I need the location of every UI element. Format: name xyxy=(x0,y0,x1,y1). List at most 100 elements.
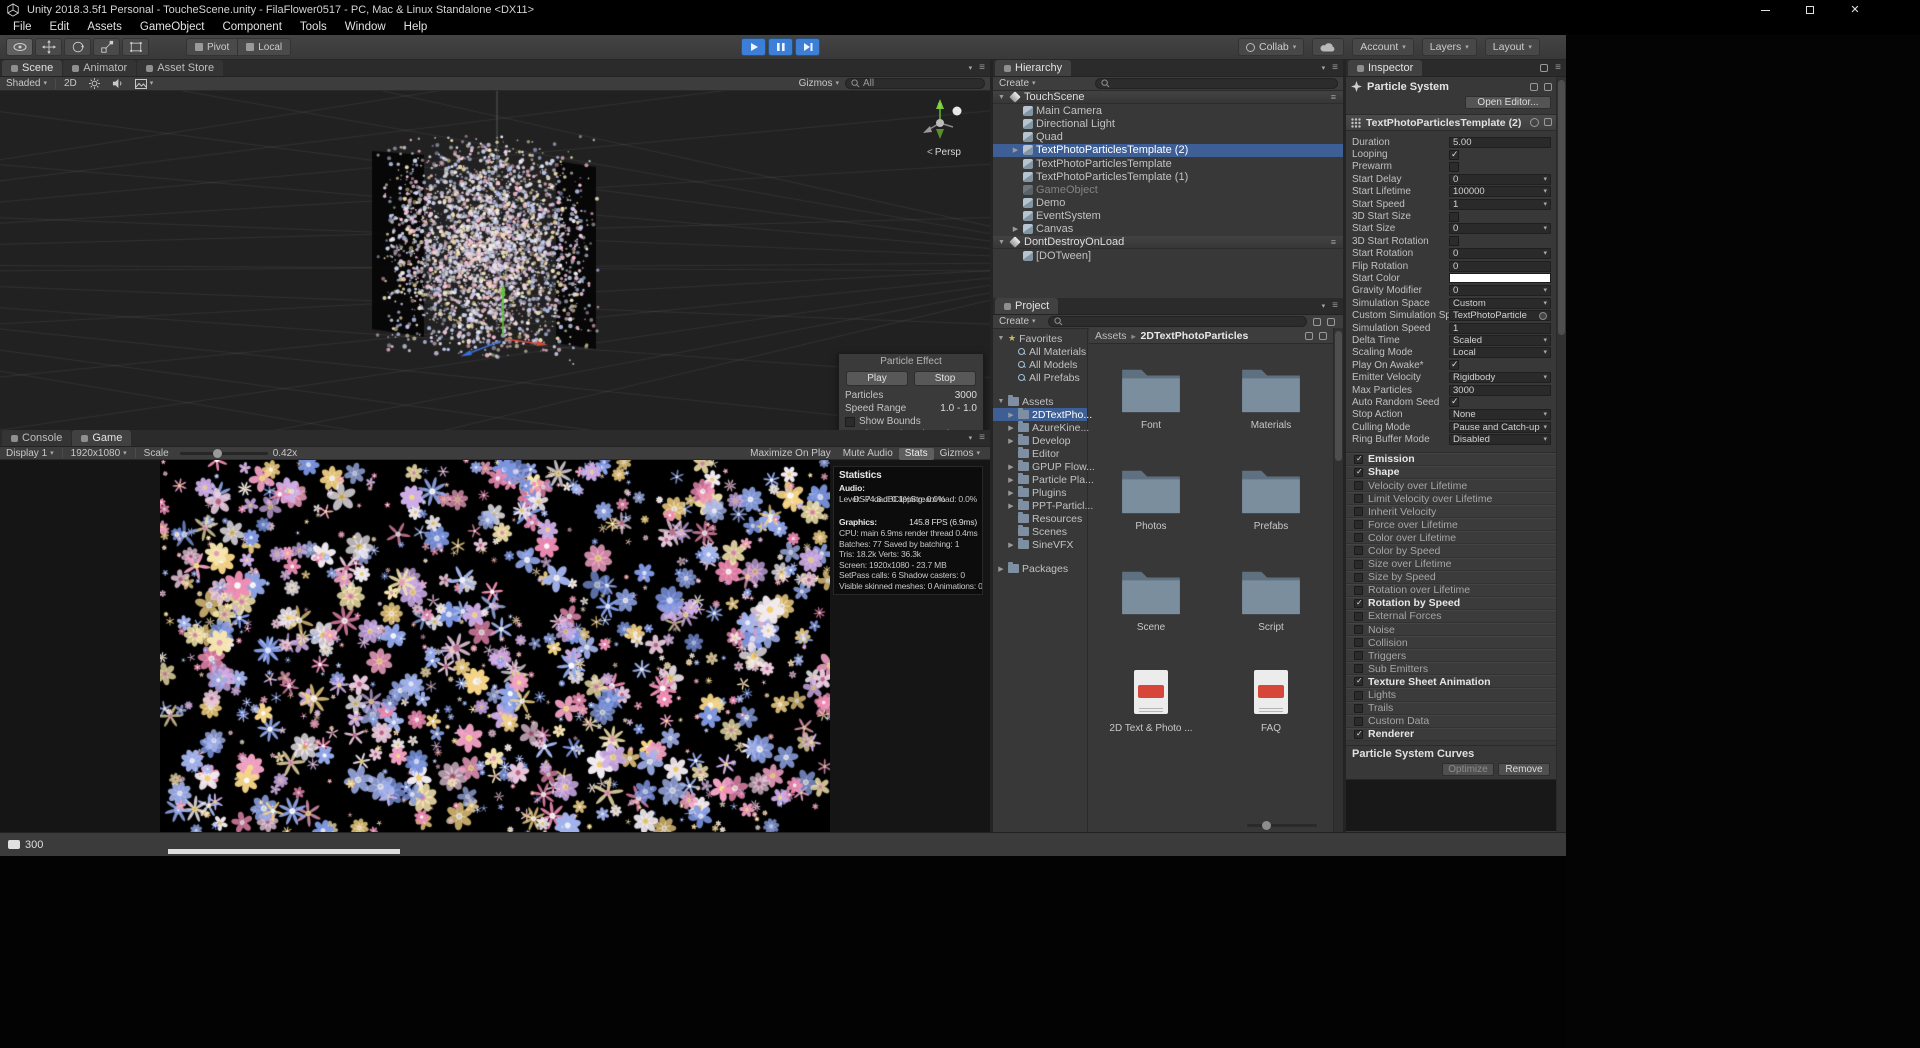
effects-dropdown[interactable]: ▾ xyxy=(129,77,160,90)
property-field[interactable]: 1▾ xyxy=(1449,323,1551,334)
game-render-canvas[interactable] xyxy=(160,460,830,832)
module-row[interactable]: Size by Speed xyxy=(1346,571,1556,584)
scene-search-input[interactable]: All xyxy=(845,78,985,89)
pivot-button[interactable]: Pivot xyxy=(186,38,238,56)
foldout-icon[interactable]: ▶ xyxy=(1007,502,1015,510)
project-tree-item[interactable]: ▶ ★ Packages xyxy=(993,562,1087,575)
checkbox[interactable] xyxy=(1449,397,1459,407)
module-row[interactable]: Trails xyxy=(1346,702,1556,715)
hierarchy-item[interactable]: Quad ≡ xyxy=(993,131,1343,144)
step-button[interactable] xyxy=(795,38,820,56)
project-search-input[interactable] xyxy=(1048,316,1307,327)
tab-inspector[interactable]: Inspector xyxy=(1348,60,1422,76)
module-checkbox[interactable] xyxy=(1354,717,1363,726)
hierarchy-item[interactable]: Demo ≡ xyxy=(993,197,1343,210)
project-tree-item[interactable]: ★ All Models xyxy=(993,358,1087,371)
checkbox[interactable] xyxy=(1449,212,1459,222)
favorites-star-icon[interactable] xyxy=(1313,318,1321,326)
curves-editor-area[interactable] xyxy=(1346,779,1556,831)
foldout-icon[interactable]: ▶ xyxy=(1007,437,1015,445)
gizmos-dropdown[interactable]: Gizmos▾ xyxy=(793,77,845,90)
particle-effect-checkbox-row[interactable]: Show Bounds xyxy=(845,415,977,428)
breadcrumb-item[interactable]: 2DTextPhotoParticles xyxy=(1127,330,1249,342)
scene-options-icon[interactable]: ≡ xyxy=(1331,92,1336,102)
game-toolbar-button[interactable]: Stats▾ xyxy=(899,448,934,460)
module-row[interactable]: Texture Sheet Animation xyxy=(1346,675,1556,688)
menu-item[interactable]: Edit xyxy=(41,20,79,35)
hierarchy-item[interactable]: ▶ Canvas ≡ xyxy=(993,223,1343,236)
view-tab[interactable]: Scene xyxy=(2,60,62,76)
display-dropdown[interactable]: Display 1▾ xyxy=(0,447,60,460)
property-field[interactable]: 100000▾ xyxy=(1449,186,1551,197)
panel-menu-icon[interactable]: ≡ xyxy=(1555,63,1561,73)
checkbox[interactable] xyxy=(1449,360,1459,370)
project-tree-item[interactable]: ★ Editor xyxy=(993,447,1087,460)
account-dropdown[interactable]: Account▾ xyxy=(1352,38,1413,56)
close-button[interactable]: ✕ xyxy=(1842,1,1868,19)
perspective-label[interactable]: <Persp xyxy=(916,147,972,158)
module-row[interactable]: Velocity over Lifetime xyxy=(1346,479,1556,492)
menu-item[interactable]: Help xyxy=(395,20,437,35)
scene-options-icon[interactable]: ≡ xyxy=(1331,237,1336,247)
foldout-icon[interactable]: ▼ xyxy=(997,239,1006,246)
module-checkbox[interactable] xyxy=(1354,481,1363,490)
chevron-down-icon[interactable]: ▾ xyxy=(969,65,973,72)
module-checkbox[interactable] xyxy=(1354,494,1363,503)
project-tree-item[interactable]: ▶ ★ PPT-Particl... xyxy=(993,499,1087,512)
foldout-icon[interactable]: ▶ xyxy=(997,565,1005,573)
hierarchy-item[interactable]: GameObject ≡ xyxy=(993,183,1343,196)
pause-button[interactable] xyxy=(768,38,793,56)
menu-item[interactable]: Assets xyxy=(78,20,131,35)
module-checkbox[interactable] xyxy=(1354,612,1363,621)
foldout-icon[interactable]: ▶ xyxy=(1007,489,1015,497)
property-field[interactable]: TextPhotoParticle▾ xyxy=(1449,310,1551,321)
menu-item[interactable]: File xyxy=(4,20,41,35)
move-tool-button[interactable] xyxy=(35,38,62,56)
hierarchy-item[interactable]: TextPhotoParticlesTemplate ≡ xyxy=(993,157,1343,170)
asset-tile[interactable]: Script xyxy=(1219,566,1323,633)
local-button[interactable]: Local xyxy=(238,38,291,56)
breadcrumb-item[interactable]: Assets xyxy=(1095,330,1127,342)
rotate-tool-button[interactable] xyxy=(64,38,91,56)
chevron-down-icon[interactable]: ▾ xyxy=(1322,303,1326,310)
rect-tool-button[interactable] xyxy=(122,38,149,56)
vertical-splitter[interactable] xyxy=(1343,60,1346,832)
hierarchy-search-input[interactable] xyxy=(1095,78,1338,89)
foldout-icon[interactable]: ▶ xyxy=(1007,476,1015,484)
property-field[interactable]: Disabled▾ xyxy=(1449,434,1551,445)
checkbox[interactable] xyxy=(1449,236,1459,246)
module-row[interactable]: Collision xyxy=(1346,636,1556,649)
optimize-button[interactable]: Optimize xyxy=(1442,763,1494,776)
view-tab[interactable]: Asset Store xyxy=(137,60,223,76)
gear-icon[interactable] xyxy=(1327,318,1335,326)
property-field[interactable]: 0▾ xyxy=(1449,174,1551,185)
view-tab[interactable]: Game xyxy=(72,430,131,446)
hierarchy-item[interactable]: ▼ DontDestroyOnLoad ≡ xyxy=(993,236,1343,249)
game-toolbar-button[interactable]: Mute Audio▾ xyxy=(837,448,899,460)
module-checkbox[interactable] xyxy=(1354,730,1363,739)
property-field[interactable]: None▾ xyxy=(1449,409,1551,420)
view-tool-button[interactable] xyxy=(6,38,33,56)
scale-slider[interactable] xyxy=(180,452,268,455)
asset-tile[interactable]: Font xyxy=(1099,364,1203,431)
chevron-down-icon[interactable]: ▾ xyxy=(1322,65,1326,72)
module-row[interactable]: Lights xyxy=(1346,688,1556,701)
game-viewport[interactable]: Statistics Audio: Level: -74.8 dBClippin… xyxy=(0,460,990,832)
menu-item[interactable]: Tools xyxy=(291,20,336,35)
open-editor-button[interactable]: Open Editor... xyxy=(1465,96,1551,109)
hierarchy-item[interactable]: [DOTween] ≡ xyxy=(993,249,1343,262)
2d-toggle[interactable]: 2D xyxy=(58,77,83,90)
foldout-icon[interactable]: ▶ xyxy=(1011,225,1020,233)
help-icon[interactable] xyxy=(1530,83,1538,91)
module-row[interactable]: Rotation over Lifetime xyxy=(1346,584,1556,597)
hierarchy-item[interactable]: TextPhotoParticlesTemplate (1) ≡ xyxy=(993,170,1343,183)
project-tree-item[interactable]: ★ All Prefabs xyxy=(993,371,1087,384)
foldout-icon[interactable]: ▶ xyxy=(1007,424,1015,432)
module-row[interactable]: Force over Lifetime xyxy=(1346,518,1556,531)
remove-button[interactable]: Remove xyxy=(1498,763,1550,776)
scene-orientation-gizmo[interactable]: y <Persp xyxy=(916,97,972,158)
module-row[interactable]: Triggers xyxy=(1346,649,1556,662)
foldout-icon[interactable]: ▶ xyxy=(1007,411,1015,419)
foldout-icon[interactable]: ▶ xyxy=(1007,541,1015,549)
shading-mode-dropdown[interactable]: Shaded▾ xyxy=(0,77,53,90)
